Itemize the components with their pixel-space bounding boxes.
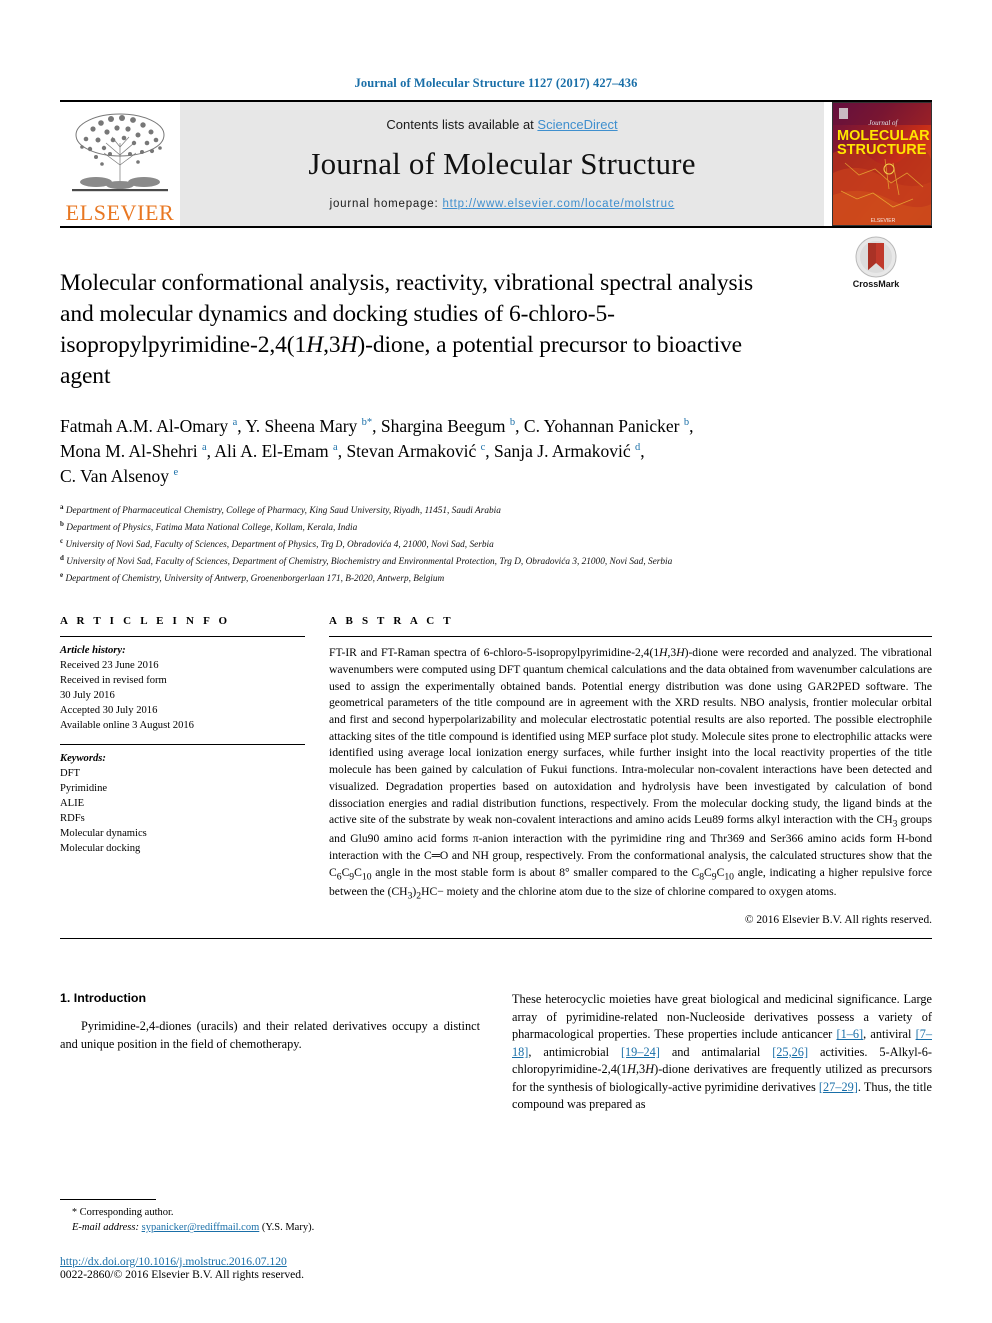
author-affil-marker: b — [509, 417, 516, 429]
email-attribution: (Y.S. Mary). — [261, 1222, 315, 1234]
issn-copyright-line: 0022-2860/© 2016 Elsevier B.V. All right… — [60, 1268, 304, 1281]
crossmark-badge[interactable]: CrossMark — [820, 236, 932, 289]
page-footer: * Corresponding author. E-mail address: … — [60, 1198, 480, 1281]
doi-link[interactable]: http://dx.doi.org/10.1016/j.molstruc.201… — [60, 1255, 480, 1268]
author-affil-marker: a — [232, 417, 238, 429]
history-item: Accepted 30 July 2016 — [60, 705, 158, 717]
history-item: Received 23 June 2016 — [60, 660, 159, 672]
affiliation-item: c University of Novi Sad, Faculty of Sci… — [60, 536, 494, 550]
author-item: C. Yohannan Panicker b — [523, 416, 690, 437]
elsevier-tree-icon — [72, 113, 168, 192]
corresponding-author-label: Corresponding author. — [79, 1206, 174, 1218]
keywords-label: Keywords: — [60, 752, 106, 764]
journal-cover-thumbnail: Journal of MOLECULAR STRUCTURE ELSEVIER — [832, 102, 932, 226]
crossmark-icon — [855, 236, 897, 278]
doi-block: http://dx.doi.org/10.1016/j.molstruc.201… — [60, 1255, 480, 1281]
author-affil-marker: a — [333, 442, 338, 454]
cover-publisher: ELSEVIER — [871, 218, 896, 224]
elsevier-wordmark: ELSEVIER — [65, 200, 175, 225]
keyword-item: ALIE — [60, 797, 85, 809]
author-item: Fatmah A.M. Al-Omary a — [60, 416, 238, 437]
abstract-text: FT-IR and FT-Raman spectra of 6-chloro-5… — [329, 646, 932, 902]
article-info-heading: A R T I C L E I N F O — [60, 615, 231, 628]
citation-link-25-26[interactable]: [25,26] — [772, 1045, 808, 1059]
homepage-prefix: journal homepage: — [329, 197, 443, 210]
author-affil-marker: c — [480, 442, 486, 454]
affiliation-item: b Department of Physics, Fatima Mata Nat… — [60, 519, 358, 533]
affiliation-item: a Department of Pharmaceutical Chemistry… — [60, 502, 501, 516]
keywords-block: Keywords: DFT Pyrimidine ALIE RDFs Molec… — [60, 745, 305, 856]
citation-link-1-6[interactable]: [1–6] — [836, 1027, 863, 1041]
abstract-bottom-rule — [60, 938, 932, 940]
keyword-item: DFT — [60, 767, 81, 779]
history-item: Available online 3 August 2016 — [60, 720, 194, 732]
intro-paragraph-right: These heterocyclic moieties have great b… — [512, 992, 933, 1111]
keyword-item: Molecular dynamics — [60, 827, 147, 839]
footnote-rule — [60, 1198, 156, 1200]
elsevier-logo: ELSEVIER — [60, 102, 180, 226]
article-page: Journal of Molecular Structure 1127 (201… — [0, 0, 992, 1323]
author-item: Stevan Armaković c — [346, 441, 486, 462]
corresponding-star: * — [72, 1206, 77, 1218]
history-item: 30 July 2016 — [60, 690, 115, 702]
email-note: E-mail address: sypanicker@rediffmail.co… — [60, 1220, 480, 1236]
citation-link-19-24[interactable]: [19–24] — [621, 1045, 660, 1059]
corresponding-author-marker: * — [366, 417, 373, 429]
title-area: Molecular conformational analysis, react… — [60, 228, 932, 392]
body-column-left: 1. Introduction Pyrimidine-2,4-diones (u… — [60, 991, 480, 1113]
article-history: Article history: Received 23 June 2016 R… — [60, 637, 305, 743]
homepage-line: journal homepage: http://www.elsevier.co… — [330, 198, 675, 210]
intro-paragraph-left: Pyrimidine-2,4-diones (uracils) and thei… — [60, 1019, 480, 1051]
keyword-item: Pyrimidine — [60, 782, 108, 794]
author-item: Y. Sheena Mary b* — [245, 416, 373, 437]
author-item: Mona M. Al-Shehri a — [60, 441, 207, 462]
info-abstract-block: A R T I C L E I N F O Article history: R… — [60, 615, 932, 926]
corresponding-author-note: * Corresponding author. — [60, 1205, 480, 1221]
cover-journal-of: Journal of — [869, 119, 899, 127]
affiliation-item: e Department of Chemistry, University of… — [60, 571, 445, 585]
journal-title: Journal of Molecular Structure — [308, 145, 696, 181]
journal-masthead: ELSEVIER Contents lists available at Sci… — [60, 102, 932, 226]
journal-homepage-link[interactable]: http://www.elsevier.com/locate/molstruc — [442, 198, 674, 210]
body-columns: 1. Introduction Pyrimidine-2,4-diones (u… — [60, 991, 932, 1113]
affiliation-list: a Department of Pharmaceutical Chemistry… — [60, 502, 890, 588]
author-affil-marker: b — [683, 417, 690, 429]
affiliation-item: d University of Novi Sad, Faculty of Sci… — [60, 554, 673, 568]
section-heading-introduction: 1. Introduction — [60, 991, 147, 1006]
abstract-heading: A B S T R A C T — [329, 615, 454, 628]
cover-artwork: Journal of MOLECULAR STRUCTURE ELSEVIER — [833, 103, 931, 225]
email-link[interactable]: sypanicker@rediffmail.com — [142, 1222, 260, 1233]
page-title: Molecular conformational analysis, react… — [60, 270, 754, 390]
author-item: Ali A. El-Emam a — [214, 441, 338, 462]
article-info-column: A R T I C L E I N F O Article history: R… — [60, 615, 305, 926]
crossmark-label: CrossMark — [852, 279, 900, 289]
author-affil-marker: d — [634, 442, 641, 454]
body-column-right: These heterocyclic moieties have great b… — [512, 991, 932, 1113]
abstract-copyright: © 2016 Elsevier B.V. All rights reserved… — [744, 914, 932, 927]
author-list: Fatmah A.M. Al-Omary a, Y. Sheena Mary b… — [60, 416, 694, 487]
article-history-label: Article history: — [60, 645, 126, 657]
running-head: Journal of Molecular Structure 1127 (201… — [354, 76, 638, 90]
email-label: E-mail address: — [72, 1222, 139, 1234]
history-item: Received in revised form — [60, 675, 167, 687]
contents-prefix: Contents lists available at — [386, 116, 538, 132]
author-affil-marker: e — [173, 467, 179, 479]
journal-banner: Contents lists available at ScienceDirec… — [180, 102, 824, 226]
sciencedirect-link[interactable]: ScienceDirect — [537, 117, 617, 132]
author-affil-marker: a — [201, 442, 207, 454]
contents-line: Contents lists available at ScienceDirec… — [386, 117, 617, 132]
author-item: Shargina Beegum b — [380, 416, 516, 437]
cover-title-structure: STRUCTURE — [837, 142, 927, 158]
keyword-item: Molecular docking — [60, 842, 141, 854]
citation-link-27-29[interactable]: [27–29] — [819, 1080, 858, 1094]
abstract-column: A B S T R A C T FT-IR and FT-Raman spect… — [329, 615, 932, 926]
keyword-item: RDFs — [60, 812, 85, 824]
author-item: Sanja J. Armaković d — [494, 441, 641, 462]
author-item: C. Van Alsenoy e — [60, 466, 179, 487]
